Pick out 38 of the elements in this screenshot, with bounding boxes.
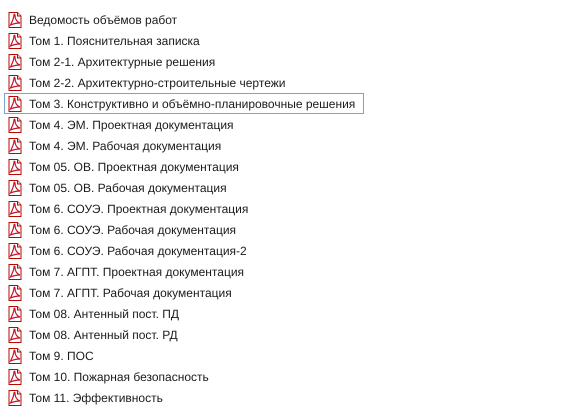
pdf-file-icon [7, 348, 23, 364]
file-item[interactable]: Том 6. СОУЭ. Проектная документация [4, 198, 362, 219]
pdf-file-icon [7, 96, 23, 112]
pdf-file-icon [7, 306, 23, 322]
pdf-file-icon [7, 12, 23, 28]
file-item[interactable]: Том 7. АГПТ. Рабочая документация [4, 282, 362, 303]
pdf-file-icon [7, 158, 23, 174]
pdf-file-icon [7, 138, 23, 154]
file-item[interactable]: Том 08. Антенный пост. РД [4, 324, 362, 345]
file-item[interactable]: Том 08. Антенный пост. ПД [4, 303, 362, 324]
pdf-file-icon [7, 116, 23, 132]
pdf-file-icon [7, 180, 23, 196]
pdf-file-icon [7, 284, 23, 300]
pdf-file-icon [7, 32, 23, 48]
file-item[interactable]: Том 05. ОВ. Рабочая документация [4, 177, 362, 198]
file-item[interactable]: Том 2-2. Архитектурно-строительные чертежи [4, 72, 362, 93]
file-item[interactable]: Том 2-1. Архитектурные решения [4, 51, 362, 72]
file-item[interactable]: Том 7. АГПТ. Проектная документация [4, 261, 362, 282]
file-item[interactable]: Том 9. ПОС [4, 345, 362, 366]
file-item[interactable]: Том 1. Пояснительная записка [4, 30, 362, 51]
file-item[interactable]: Том 4. ЭМ. Проектная документация [4, 114, 362, 135]
file-item[interactable]: Том 11. Эффективность [4, 387, 362, 408]
file-item[interactable]: Том 4. ЭМ. Рабочая документация [4, 135, 362, 156]
file-item[interactable]: Ведомость объёмов работ [4, 9, 362, 30]
pdf-file-icon [7, 74, 23, 90]
pdf-file-icon [7, 264, 23, 280]
pdf-file-icon [7, 54, 23, 70]
pdf-file-icon [7, 222, 23, 238]
pdf-file-icon [7, 200, 23, 216]
file-item[interactable]: Том 3. Конструктивно и объёмно-планировочные решения [4, 93, 364, 114]
pdf-file-icon [7, 368, 23, 384]
pdf-file-icon [7, 390, 23, 406]
file-item[interactable]: Том 05. ОВ. Проектная документация [4, 156, 362, 177]
pdf-file-icon [7, 326, 23, 342]
pdf-file-icon [7, 242, 23, 258]
file-item[interactable]: Том 6. СОУЭ. Рабочая документация-2 [4, 240, 362, 261]
file-item[interactable]: Том 6. СОУЭ. Рабочая документация [4, 219, 362, 240]
file-item[interactable]: Том 10. Пожарная безопасность [4, 366, 362, 387]
